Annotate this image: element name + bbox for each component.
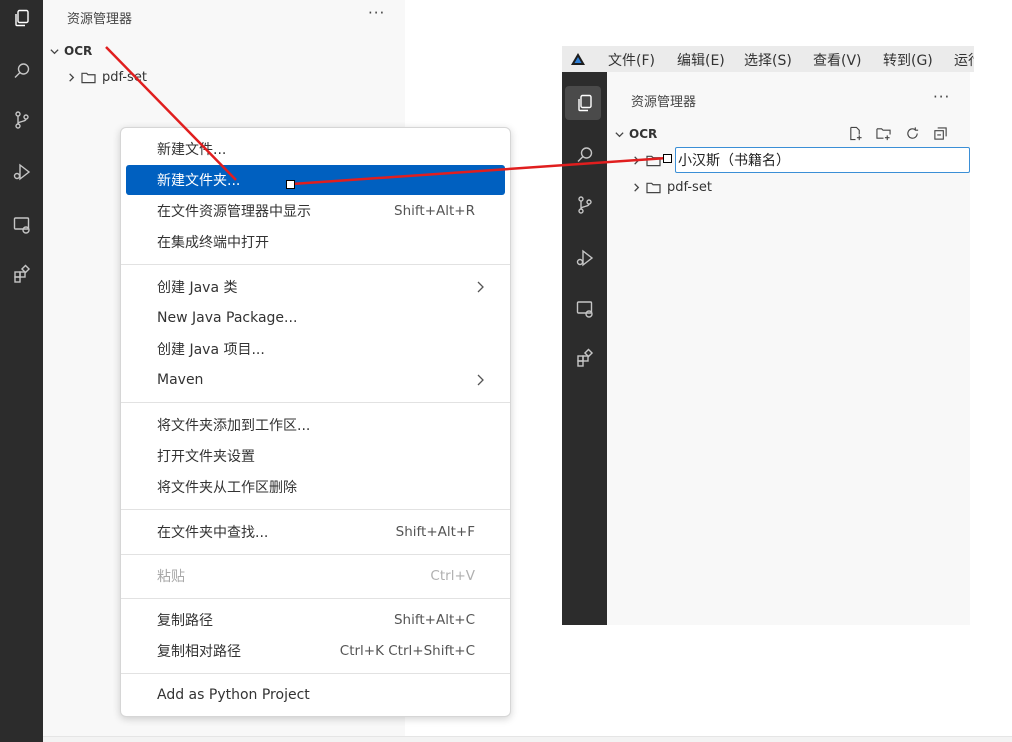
chevron-right-icon: [64, 70, 78, 84]
menu-item-new-folder[interactable]: 新建文件夹...: [126, 165, 505, 195]
menu-item-paste: 粘贴 Ctrl+V: [126, 561, 505, 591]
menu-item-label: 创建 Java 类: [157, 280, 238, 296]
inset-titlebar: 文件(F) 编辑(E) 选择(S) 查看(V) 转到(G) 运行: [562, 46, 974, 72]
menu-item-shortcut: Ctrl+V: [430, 568, 475, 584]
menu-item-label: 将文件夹添加到工作区...: [157, 418, 311, 434]
menu-view[interactable]: 查看(V): [813, 50, 862, 70]
menu-item-new-file[interactable]: 新建文件...: [126, 134, 505, 164]
annotation-handle: [286, 180, 295, 189]
left-activity-bar: [0, 0, 43, 742]
tree-item-pdf-set[interactable]: pdf-set: [64, 66, 147, 88]
source-control-icon[interactable]: [0, 106, 43, 134]
folder-icon: [646, 180, 662, 194]
menu-item-open-folder-settings[interactable]: 打开文件夹设置: [126, 441, 505, 471]
menu-item-label: Add as Python Project: [157, 687, 310, 703]
menu-item-add-folder-to-workspace[interactable]: 将文件夹添加到工作区...: [126, 410, 505, 440]
menu-item-label: 新建文件...: [157, 142, 227, 158]
menu-item-label: 将文件夹从工作区删除: [157, 480, 297, 496]
menu-separator: [121, 509, 510, 510]
menu-item-reveal-in-explorer[interactable]: 在文件资源管理器中显示 Shift+Alt+R: [126, 196, 505, 226]
chevron-right-icon: [629, 153, 643, 167]
menu-item-remove-folder-from-workspace[interactable]: 将文件夹从工作区删除: [126, 472, 505, 502]
menu-go[interactable]: 转到(G): [883, 50, 933, 70]
menu-item-label: New Java Package...: [157, 310, 298, 326]
inset-sidebar-title: 资源管理器: [631, 95, 697, 110]
menu-separator: [121, 673, 510, 674]
more-actions-button[interactable]: ···: [368, 4, 385, 22]
folder-name-input[interactable]: 小汉斯（书籍名）: [675, 147, 970, 173]
run-debug-icon[interactable]: [562, 242, 607, 274]
menu-item-maven[interactable]: Maven: [126, 365, 505, 395]
menu-item-shortcut: Shift+Alt+C: [393, 612, 475, 628]
source-control-icon[interactable]: [562, 189, 607, 221]
chevron-right-icon: [475, 373, 487, 387]
annotation-handle: [663, 154, 672, 163]
menu-run[interactable]: 运行: [954, 50, 974, 70]
menu-item-label: 复制相对路径: [157, 644, 241, 660]
new-folder-icon[interactable]: [876, 126, 892, 142]
inset-tree-root-ocr[interactable]: OCR: [612, 123, 657, 145]
explorer-icon[interactable]: [562, 87, 607, 119]
tree-root-label: OCR: [629, 127, 658, 141]
menu-item-label: 粘贴: [157, 569, 185, 585]
tree-item-label: pdf-set: [667, 179, 712, 195]
chevron-down-icon: [47, 44, 61, 58]
menu-item-new-java-package[interactable]: New Java Package...: [126, 303, 505, 333]
run-debug-icon[interactable]: [0, 158, 43, 186]
sidebar-title: 资源管理器: [67, 12, 133, 27]
menu-item-label: Maven: [157, 372, 204, 388]
tree-root-ocr[interactable]: OCR: [47, 40, 92, 62]
menu-item-label: 复制路径: [157, 613, 213, 629]
menu-item-label: 创建 Java 项目...: [157, 342, 265, 358]
menu-item-shortcut: Shift+Alt+R: [394, 203, 475, 219]
tree-root-label: OCR: [64, 44, 93, 58]
menu-item-label: 在文件夹中查找...: [157, 525, 269, 541]
inset-more-actions-button[interactable]: ···: [933, 88, 950, 106]
menu-edit[interactable]: 编辑(E): [677, 50, 725, 70]
app-logo-icon: [570, 52, 586, 66]
menu-item-copy-path[interactable]: 复制路径 Shift+Alt+C: [126, 605, 505, 635]
menu-item-create-java-class[interactable]: 创建 Java 类: [126, 272, 505, 302]
chevron-down-icon: [612, 127, 626, 141]
menu-item-shortcut: Shift+Alt+F: [395, 524, 475, 540]
menu-separator: [121, 554, 510, 555]
menu-item-find-in-folder[interactable]: 在文件夹中查找... Shift+Alt+F: [126, 517, 505, 547]
chevron-right-icon: [629, 180, 643, 194]
menu-separator: [121, 264, 510, 265]
inset-tree-new-folder-row[interactable]: [629, 149, 667, 171]
menu-item-shortcut: Ctrl+K Ctrl+Shift+C: [339, 643, 475, 659]
menu-file[interactable]: 文件(F): [608, 50, 655, 70]
extensions-icon[interactable]: [562, 342, 607, 374]
menu-item-label: 打开文件夹设置: [157, 449, 255, 465]
refresh-icon[interactable]: [905, 126, 921, 142]
collapse-all-icon[interactable]: [933, 126, 949, 142]
menu-item-label: 新建文件夹...: [157, 173, 241, 189]
remote-explorer-icon[interactable]: [562, 293, 607, 325]
folder-icon: [81, 70, 97, 84]
extensions-icon[interactable]: [0, 260, 43, 288]
chevron-right-icon: [475, 280, 487, 294]
folder-icon: [646, 153, 662, 167]
menu-item-add-as-python-project[interactable]: Add as Python Project: [126, 680, 505, 710]
search-icon[interactable]: [562, 139, 607, 171]
menu-item-label: 在集成终端中打开: [157, 235, 269, 251]
new-file-icon[interactable]: [848, 126, 864, 142]
tree-item-label: pdf-set: [102, 69, 147, 85]
menu-item-label: 在文件资源管理器中显示: [157, 204, 311, 220]
menu-selection[interactable]: 选择(S): [744, 50, 792, 70]
menu-separator: [121, 402, 510, 403]
menu-item-copy-relative-path[interactable]: 复制相对路径 Ctrl+K Ctrl+Shift+C: [126, 636, 505, 666]
inset-tree-item-pdf-set[interactable]: pdf-set: [629, 176, 712, 198]
context-menu: 新建文件... 新建文件夹... 在文件资源管理器中显示 Shift+Alt+R…: [120, 127, 511, 717]
menu-item-open-in-terminal[interactable]: 在集成终端中打开: [126, 227, 505, 257]
status-area: [43, 736, 1012, 742]
explorer-icon[interactable]: [0, 4, 43, 32]
remote-explorer-icon[interactable]: [0, 211, 43, 239]
search-icon[interactable]: [0, 57, 43, 85]
inset-activity-bar: [562, 72, 607, 625]
menu-separator: [121, 598, 510, 599]
menu-item-create-java-project[interactable]: 创建 Java 项目...: [126, 334, 505, 364]
